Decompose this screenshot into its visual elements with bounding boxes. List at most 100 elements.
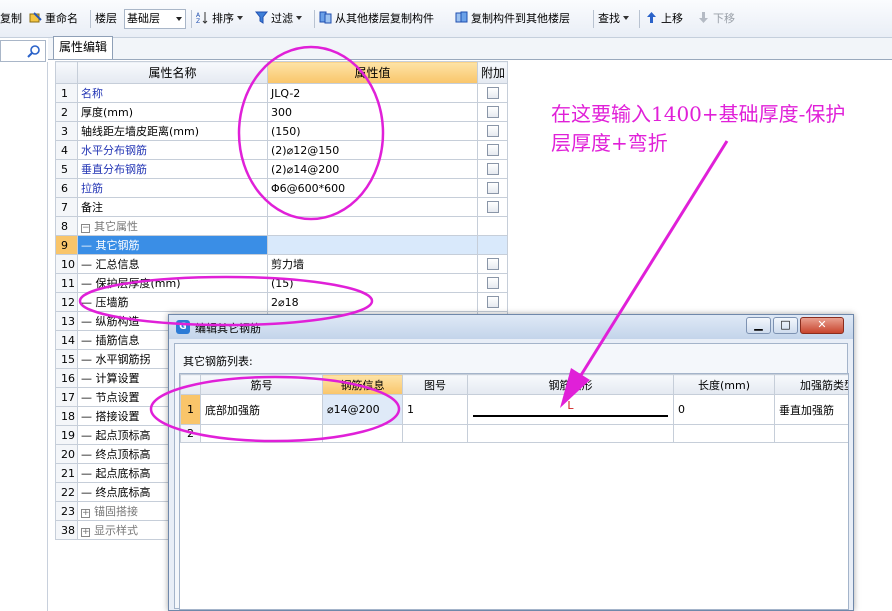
bar-no-cell[interactable]: 底部加强筋 (200, 394, 323, 425)
table-row[interactable]: 12— 压墙筋 2⌀18 (55, 292, 508, 312)
shape-no-cell[interactable] (402, 424, 468, 443)
extra-checkbox[interactable] (487, 143, 499, 156)
property-value[interactable]: 300 (267, 102, 478, 122)
rename-button[interactable]: 重命名 (29, 11, 78, 27)
property-name-cell[interactable]: — 其它钢筋 (77, 235, 268, 255)
table-row[interactable]: 2 厚度(mm) 300 (55, 102, 508, 122)
rebar-header-bar-info[interactable]: 钢筋信息 (322, 374, 403, 395)
extra-checkbox[interactable] (487, 86, 499, 99)
table-row[interactable]: 6 拉筋 Φ6@600*600 (55, 178, 508, 198)
table-row[interactable]: 7 备注 (55, 197, 508, 217)
close-button[interactable]: ✕ (800, 317, 844, 334)
move-up-label: 上移 (661, 12, 683, 25)
table-row[interactable]: 11— 保护层厚度(mm) (15) (55, 273, 508, 293)
property-name: 其它属性 (94, 220, 138, 233)
rebar-header-length[interactable]: 长度(mm) (673, 374, 775, 395)
property-value[interactable]: 剪力墙 (267, 254, 478, 274)
row-number: 19 (55, 425, 78, 445)
table-row[interactable]: 1 名称 JLQ-2 (55, 83, 508, 103)
tab-property-edit[interactable]: 属性编辑 (53, 36, 113, 59)
rebar-header-shape-no[interactable]: 图号 (402, 374, 468, 395)
type-cell[interactable] (774, 424, 848, 443)
table-row[interactable]: 1 底部加强筋 ⌀14@200 1 L 0 垂直加强筋 (180, 394, 848, 425)
copy-button[interactable]: 复制 (0, 11, 22, 27)
floor-select[interactable]: 基础层 (124, 9, 186, 29)
filter-label: 过滤 (271, 12, 293, 25)
toolbar-separator (314, 10, 315, 28)
search-icon[interactable] (27, 44, 41, 58)
property-value[interactable]: (2)⌀12@150 (267, 140, 478, 160)
rebar-header-bar-no[interactable]: 筋号 (200, 374, 323, 395)
bar-info-cell[interactable] (322, 424, 403, 443)
type-cell[interactable]: 垂直加强筋 (774, 394, 848, 425)
move-up-button[interactable]: 上移 (645, 11, 683, 27)
property-name: 汇总信息 (95, 258, 140, 271)
table-row[interactable]: 5 垂直分布钢筋 (2)⌀14@200 (55, 159, 508, 179)
arrow-down-icon (699, 12, 708, 23)
table-row[interactable]: 8− 其它属性 (55, 216, 508, 236)
maximize-button[interactable]: □ (773, 317, 798, 334)
property-value[interactable]: 2⌀18 (267, 292, 478, 312)
property-value[interactable] (267, 235, 478, 255)
search-input[interactable] (0, 40, 46, 62)
find-label: 查找 (598, 12, 620, 25)
shape-length-label[interactable]: L (469, 399, 673, 412)
property-name: 终点底标高 (95, 486, 151, 499)
annotation-text: 在这要输入1400+基础厚度-保护 层厚度+弯折 (551, 100, 891, 158)
property-name: 纵筋构造 (95, 315, 140, 328)
property-value[interactable]: (150) (267, 121, 478, 141)
shape-cell[interactable] (467, 424, 674, 443)
grid-header-name[interactable]: 属性名称 (77, 61, 268, 84)
extra-checkbox[interactable] (487, 162, 499, 175)
property-value[interactable]: (2)⌀14@200 (267, 159, 478, 179)
rebar-header-type[interactable]: 加强筋类型 (774, 374, 848, 395)
property-value[interactable]: (15) (267, 273, 478, 293)
row-number: 1 (180, 394, 201, 425)
extra-checkbox[interactable] (487, 124, 499, 137)
dialog-titlebar[interactable]: G 编辑其它钢筋 ▁ □ ✕ (169, 315, 853, 339)
length-cell[interactable] (673, 424, 775, 443)
extra-checkbox[interactable] (487, 295, 499, 308)
grid-header-extra[interactable]: 附加 (477, 61, 508, 84)
copy-to-other-floor-button[interactable]: 复制构件到其他楼层 (455, 11, 570, 27)
collapse-icon[interactable]: − (81, 224, 90, 233)
property-value[interactable]: Φ6@600*600 (267, 178, 478, 198)
extra-checkbox[interactable] (487, 200, 499, 213)
row-number: 13 (55, 311, 78, 331)
tree-line-icon: — (81, 486, 92, 499)
find-button[interactable]: 查找 (598, 11, 629, 27)
table-row-selected[interactable]: 9— 其它钢筋 (55, 235, 508, 255)
length-cell[interactable]: 0 (673, 394, 775, 425)
move-down-button[interactable]: 下移 (697, 11, 735, 27)
property-value[interactable] (267, 197, 478, 217)
table-row[interactable]: 4 水平分布钢筋 (2)⌀12@150 (55, 140, 508, 160)
property-value[interactable]: JLQ-2 (267, 83, 478, 103)
bar-no-cell[interactable] (200, 424, 323, 443)
grid-header-value[interactable]: 属性值 (267, 61, 478, 84)
tree-line-icon: — (81, 239, 92, 252)
sort-button[interactable]: A Z 排序 (196, 11, 243, 27)
copy-to-other-floor-label: 复制构件到其他楼层 (471, 12, 570, 25)
bar-info-cell[interactable]: ⌀14@200 (322, 394, 403, 425)
table-row[interactable]: 10— 汇总信息 剪力墙 (55, 254, 508, 274)
extra-checkbox[interactable] (487, 181, 499, 194)
table-row[interactable]: 3 轴线距左墙皮距离(mm) (150) (55, 121, 508, 141)
rebar-list-grid: 筋号 钢筋信息 图号 钢筋图形 长度(mm) 加强筋类型 1 底部加强筋 ⌀14… (179, 373, 849, 610)
filter-button[interactable]: 过滤 (255, 11, 302, 27)
dropdown-caret-icon (237, 16, 243, 20)
expand-icon[interactable]: + (81, 509, 90, 518)
rebar-header-shape[interactable]: 钢筋图形 (467, 374, 674, 395)
expand-icon[interactable]: + (81, 528, 90, 537)
shape-no-cell[interactable]: 1 (402, 394, 468, 425)
copy-from-other-floor-button[interactable]: 从其他楼层复制构件 (319, 11, 434, 27)
minimize-button[interactable]: ▁ (746, 317, 771, 334)
extra-checkbox[interactable] (487, 105, 499, 118)
annotation-line-2: 层厚度+弯折 (551, 131, 668, 155)
extra-checkbox[interactable] (487, 276, 499, 289)
extra-checkbox[interactable] (487, 257, 499, 270)
row-number: 18 (55, 406, 78, 426)
edit-other-rebar-dialog: G 编辑其它钢筋 ▁ □ ✕ 其它钢筋列表: 筋号 钢筋信息 图号 钢筋图形 长… (168, 314, 854, 611)
table-row[interactable]: 2 (180, 424, 848, 443)
tree-line-icon: — (81, 258, 92, 271)
shape-cell[interactable]: L (467, 394, 674, 425)
